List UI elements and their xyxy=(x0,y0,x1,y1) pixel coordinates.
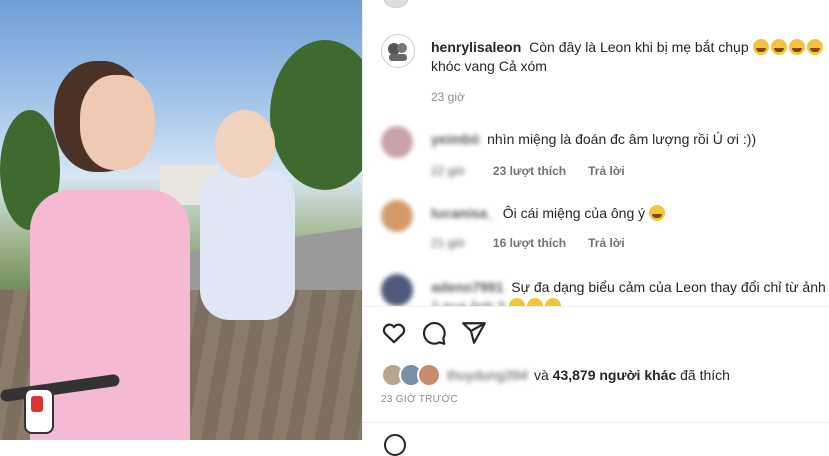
woman-figure xyxy=(30,190,190,440)
comment-username[interactable]: adeno7991 xyxy=(431,279,503,295)
woman-head xyxy=(80,75,155,170)
caption-body-continued: khóc vang Cả xóm xyxy=(431,58,547,74)
avatar[interactable] xyxy=(381,200,413,232)
grin-sweat-emoji-icon xyxy=(649,205,666,221)
likes-suffix: đã thích xyxy=(680,367,730,383)
likes-count[interactable]: 43,879 người khác xyxy=(553,367,677,383)
caption-username[interactable]: henrylisaleon xyxy=(431,39,521,55)
heart-icon xyxy=(382,323,406,344)
grin-sweat-emoji-icon xyxy=(526,298,543,306)
comment-time: 21 giờ xyxy=(431,236,465,250)
tree-graphic xyxy=(270,40,362,190)
scooter-light xyxy=(31,396,43,412)
like-button[interactable] xyxy=(381,320,407,346)
divider xyxy=(363,422,829,423)
reply-button[interactable]: Trả lời xyxy=(588,164,625,178)
comment-body: Sự đa dạng biểu cảm của Leon thay đổi ch… xyxy=(511,279,826,295)
comment-text: adeno7991 Sự đa dạng biểu cảm của Leon t… xyxy=(431,278,829,306)
comment-body: nhìn miệng là đoán đc âm lượng rồi Ú ơi … xyxy=(487,131,757,147)
divider xyxy=(363,306,829,307)
avatar[interactable] xyxy=(381,34,415,68)
top-avatar xyxy=(384,0,408,8)
share-button[interactable] xyxy=(461,320,487,346)
comments-scroll[interactable]: henrylisaleon Còn đây là Leon khi bị mẹ … xyxy=(363,0,829,306)
grin-sweat-emoji-icon xyxy=(806,39,823,55)
grin-sweat-emoji-icon xyxy=(544,298,561,306)
grin-sweat-emoji-icon xyxy=(508,298,525,306)
likes-connector: và xyxy=(533,367,549,383)
reply-button[interactable]: Trả lời xyxy=(588,236,625,250)
comment-text: yeimbii nhìn miệng là đoán đc âm lượng r… xyxy=(431,130,829,149)
grin-sweat-emoji-icon xyxy=(770,39,787,55)
caption-text: henrylisaleon Còn đây là Leon khi bị mẹ … xyxy=(431,38,829,76)
post-photo[interactable] xyxy=(0,0,362,440)
comment-time: 22 giờ xyxy=(431,164,465,178)
caption-body: Còn đây là Leon khi bị mẹ bắt chụp xyxy=(529,39,749,55)
grin-sweat-emoji-icon xyxy=(752,39,769,55)
share-icon xyxy=(462,322,486,344)
comment-likes[interactable]: 16 lượt thích xyxy=(493,236,566,250)
likes-summary: thuydung394 và 43,879 người khác đã thíc… xyxy=(381,363,730,387)
comment-text: lucanisa_ Ôi cái miệng của ông ý xyxy=(431,204,829,223)
grin-sweat-emoji-icon xyxy=(788,39,805,55)
baby-head xyxy=(215,110,275,178)
comment-body-continued: 2 qua ảnh 3 xyxy=(431,298,505,306)
baby-figure xyxy=(200,170,295,320)
comment-icon xyxy=(423,322,446,345)
avatar[interactable] xyxy=(381,126,413,158)
comment-button[interactable] xyxy=(421,320,447,346)
comment-body: Ôi cái miệng của ông ý xyxy=(502,205,646,221)
comment-likes[interactable]: 23 lượt thích xyxy=(493,164,566,178)
emoji-picker-icon[interactable] xyxy=(384,434,406,456)
comment-meta: 21 giờ 16 lượt thích Trả lời xyxy=(431,236,647,250)
profile-avatar-icon xyxy=(388,43,407,61)
post-timestamp[interactable]: 23 GIỜ TRƯỚC xyxy=(381,394,458,405)
comment-meta: 22 giờ 23 lượt thích Trả lời xyxy=(431,164,647,178)
avatar[interactable] xyxy=(381,274,413,306)
liker-avatar[interactable] xyxy=(417,363,441,387)
comment-username[interactable]: yeimbii xyxy=(431,131,479,147)
caption-time[interactable]: 23 giờ xyxy=(431,90,465,104)
liker-username[interactable]: thuydung394 xyxy=(447,367,528,383)
comments-panel: henrylisaleon Còn đây là Leon khi bị mẹ … xyxy=(362,0,829,456)
comment-username[interactable]: lucanisa_ xyxy=(431,205,495,221)
